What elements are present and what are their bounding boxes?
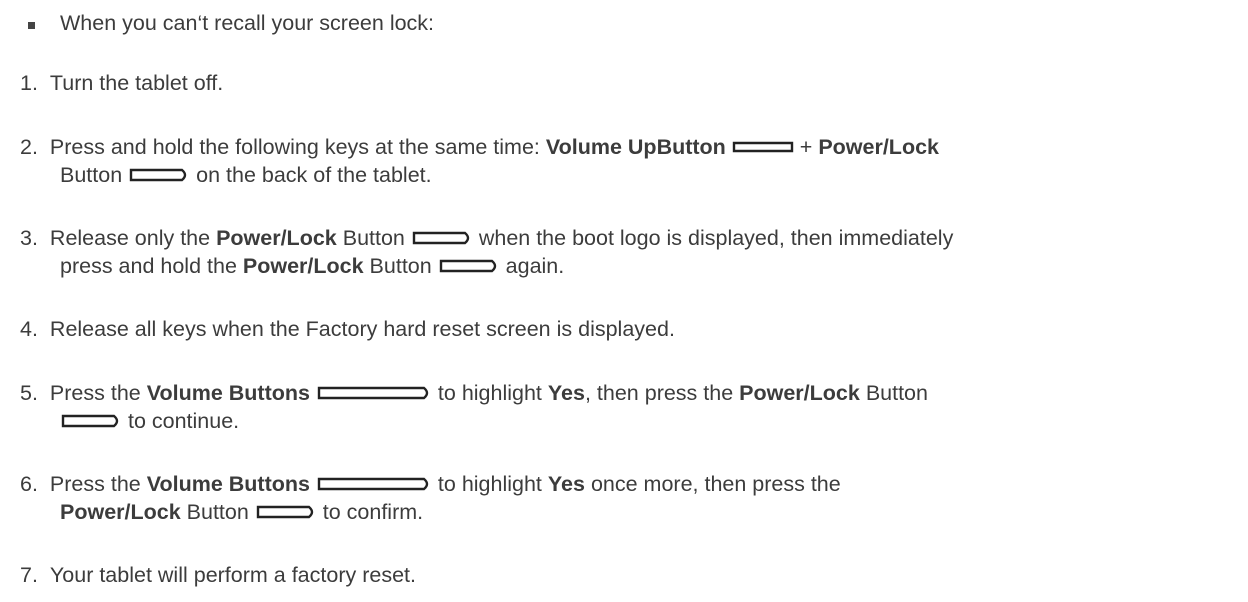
- step-text: on the back of the tablet.: [190, 163, 432, 187]
- step-text: Button: [336, 226, 411, 250]
- volume-buttons-label: Volume Buttons: [146, 381, 310, 405]
- step-text: Button: [60, 163, 123, 187]
- yes-label: Yes: [547, 472, 585, 496]
- yes-label: Yes: [547, 381, 585, 405]
- step-2-line-2: Button on the back of the tablet.: [60, 162, 432, 188]
- step-text: Press the: [49, 472, 147, 496]
- step-5-line-2: to continue.: [60, 408, 239, 434]
- step-number: 3.: [20, 226, 38, 250]
- step-text: Button: [363, 254, 438, 278]
- step-text: to highlight: [431, 472, 548, 496]
- step-text: Press and hold the following keys at the…: [49, 135, 546, 159]
- step-2-line-1: 2. Press and hold the following keys at …: [20, 134, 939, 160]
- step-5-line-1: 5. Press the Volume Buttons to highlight…: [20, 380, 928, 406]
- step-text: Press the: [49, 381, 147, 405]
- step-text: to continue.: [122, 409, 240, 433]
- step-text: , then press the: [584, 381, 740, 405]
- step-text: Release all keys when the Factory hard r…: [49, 317, 675, 341]
- step-number: 1.: [20, 71, 38, 95]
- step-text: Button: [859, 381, 928, 405]
- step-6-line-2: Power/Lock Button to confirm.: [60, 499, 423, 525]
- step-number: 7.: [20, 563, 38, 587]
- volume-up-button-label: Volume UpButton: [545, 135, 726, 159]
- step-text: +: [793, 135, 819, 159]
- volume-buttons-icon: [316, 477, 432, 491]
- step-4: 4. Release all keys when the Factory har…: [20, 316, 675, 342]
- power-lock-label: Power/Lock: [216, 226, 337, 250]
- volume-buttons-icon: [316, 386, 432, 400]
- step-1: 1. Turn the tablet off.: [20, 70, 223, 96]
- step-3-line-2: press and hold the Power/Lock Button aga…: [60, 253, 564, 279]
- power-lock-label: Power/Lock: [60, 500, 181, 524]
- step-number: 6.: [20, 472, 38, 496]
- intro-text: When you can‘t recall your screen lock:: [60, 10, 434, 36]
- step-number: 4.: [20, 317, 38, 341]
- intro-label: When you can‘t recall your screen lock:: [60, 11, 435, 35]
- step-text: when the boot logo is displayed, then im…: [472, 226, 954, 250]
- step-text: again.: [499, 254, 565, 278]
- step-text: Button: [180, 500, 255, 524]
- power-lock-label: Power/Lock: [818, 135, 939, 159]
- step-text: Release only the: [49, 226, 217, 250]
- step-number: 2.: [20, 135, 38, 159]
- power-lock-button-icon: [128, 168, 190, 182]
- power-lock-button-icon: [60, 414, 122, 428]
- bullet-marker: [28, 22, 35, 29]
- volume-buttons-label: Volume Buttons: [146, 472, 310, 496]
- step-number: 5.: [20, 381, 38, 405]
- power-lock-button-icon: [438, 259, 500, 273]
- step-7: 7. Your tablet will perform a factory re…: [20, 562, 416, 588]
- power-lock-label: Power/Lock: [242, 254, 364, 278]
- step-text: to highlight: [431, 381, 548, 405]
- step-6-line-1: 6. Press the Volume Buttons to highlight…: [20, 471, 841, 497]
- instruction-document: When you can‘t recall your screen lock: …: [0, 0, 1248, 602]
- step-text: to confirm.: [316, 500, 424, 524]
- step-3-line-1: 3. Release only the Power/Lock Button wh…: [20, 225, 953, 251]
- step-text: Your tablet will perform a factory reset…: [49, 563, 416, 587]
- power-lock-button-icon: [411, 231, 473, 245]
- power-lock-button-icon: [255, 505, 317, 519]
- step-text: once more, then press the: [584, 472, 841, 496]
- step-text: Turn the tablet off.: [49, 71, 224, 95]
- volume-up-button-icon: [732, 140, 794, 154]
- power-lock-label: Power/Lock: [739, 381, 860, 405]
- step-text: press and hold the: [60, 254, 243, 278]
